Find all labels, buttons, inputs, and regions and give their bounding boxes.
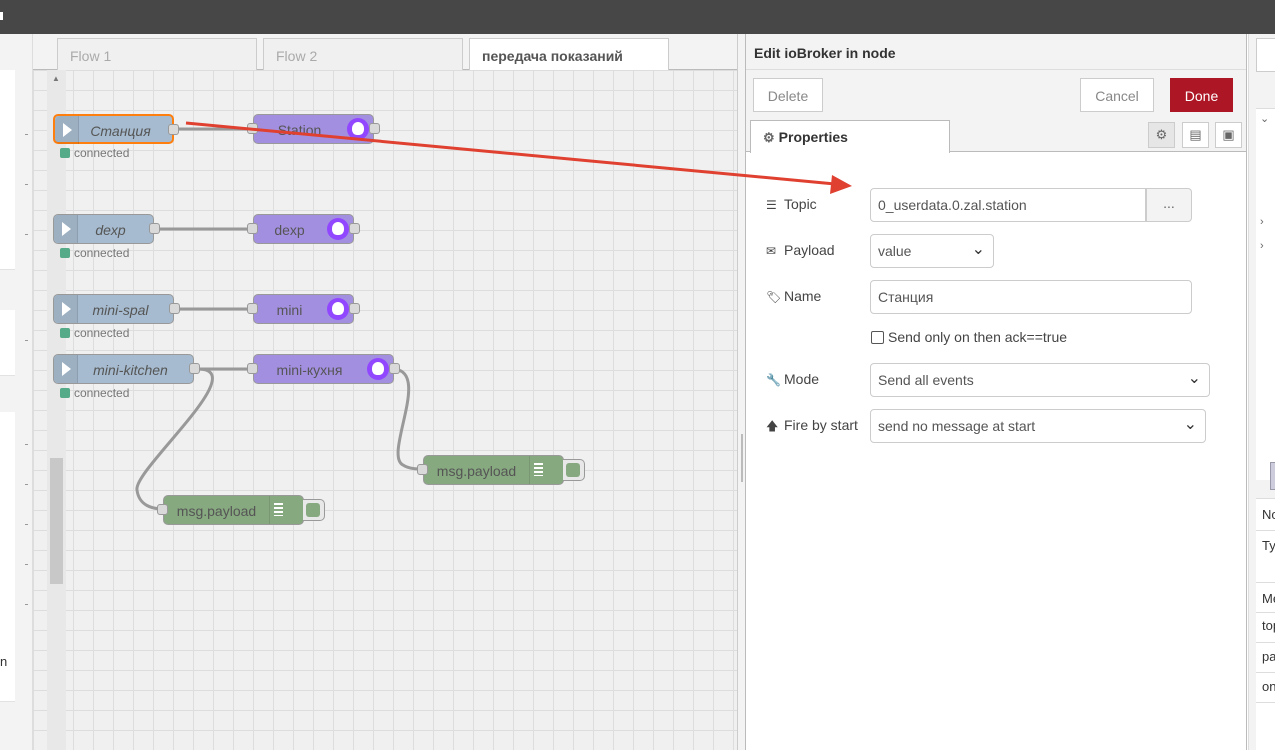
annotation-arrow: [185, 121, 852, 194]
annotation-arrow-head: [830, 175, 852, 194]
annotation-arrow-line: [185, 121, 836, 186]
